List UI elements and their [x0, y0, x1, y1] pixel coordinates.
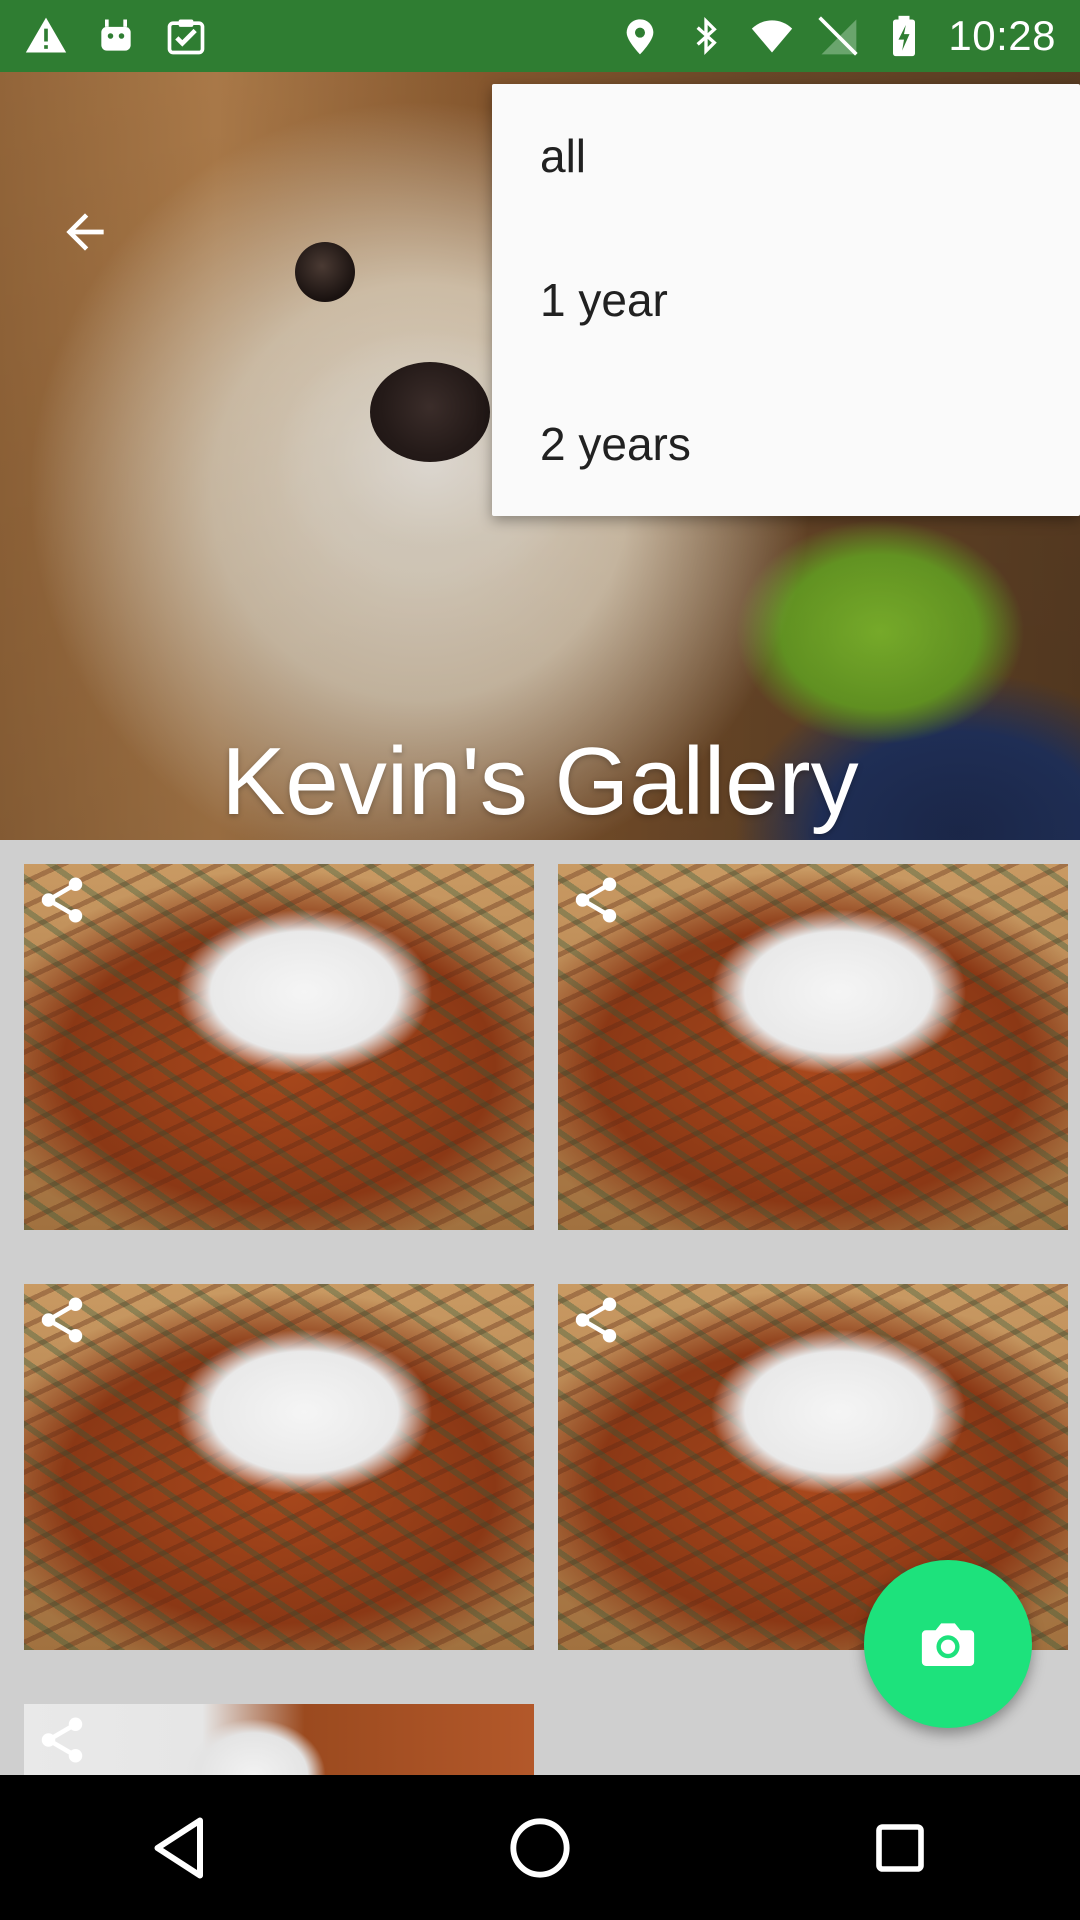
nav-recents-button[interactable] [845, 1793, 955, 1903]
no-sim-icon [816, 14, 860, 58]
back-triangle-icon [154, 1817, 203, 1878]
bluetooth-icon [684, 14, 728, 58]
share-icon[interactable] [566, 870, 626, 930]
android-icon [94, 14, 138, 58]
photo-tile[interactable] [558, 864, 1068, 1230]
clipboard-check-icon [164, 14, 208, 58]
back-button[interactable] [50, 197, 120, 267]
photo-tile[interactable] [24, 1284, 534, 1650]
dog-nose [370, 362, 490, 462]
photo-tile[interactable] [24, 864, 534, 1230]
location-icon [618, 14, 662, 58]
camera-icon [921, 1623, 975, 1666]
photo-tile[interactable] [24, 1704, 534, 1775]
system-nav-bar [0, 1775, 1080, 1920]
menu-item-all[interactable]: all [492, 84, 1080, 228]
share-icon[interactable] [32, 1290, 92, 1350]
arrow-back-icon [66, 213, 104, 251]
nav-home-button[interactable] [485, 1793, 595, 1903]
wifi-icon [750, 14, 794, 58]
filter-menu: all 1 year 2 years [492, 84, 1080, 516]
share-icon[interactable] [566, 1290, 626, 1350]
status-bar: 10:28 [0, 0, 1080, 72]
status-time: 10:28 [948, 12, 1056, 59]
page-title: Kevin's Gallery [221, 728, 859, 835]
warning-icon [24, 14, 68, 58]
dog-eye [295, 242, 355, 302]
battery-charging-icon [882, 14, 926, 58]
recents-square-icon [876, 1823, 924, 1872]
menu-item-1-year[interactable]: 1 year [492, 228, 1080, 372]
home-circle-icon [510, 1817, 570, 1878]
share-icon[interactable] [32, 1710, 92, 1770]
menu-item-2-years[interactable]: 2 years [492, 372, 1080, 516]
camera-fab-button[interactable] [864, 1560, 1032, 1728]
share-icon[interactable] [32, 870, 92, 930]
nav-back-button[interactable] [125, 1793, 235, 1903]
